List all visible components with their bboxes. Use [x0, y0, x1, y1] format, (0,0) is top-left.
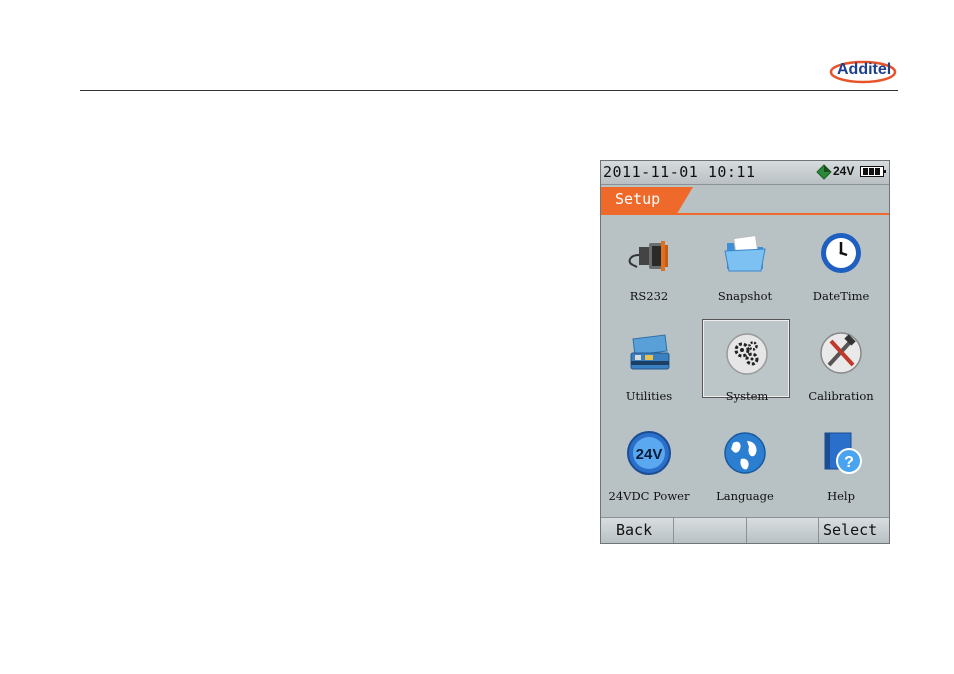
- header-rule: [80, 90, 898, 91]
- 24v-badge-text: 24V: [636, 446, 663, 463]
- softkey-back[interactable]: Back: [601, 518, 674, 543]
- menu-item-label: System: [725, 389, 769, 403]
- serial-cable-icon: [628, 241, 668, 271]
- menu-item-24vdc-power[interactable]: 24V 24VDC Power: [601, 417, 697, 517]
- tab-setup[interactable]: Setup: [601, 187, 693, 213]
- tab-bar: Setup: [601, 185, 889, 215]
- setup-menu-grid: RS232 Snapshot DateTime Utilities System…: [601, 217, 889, 517]
- globe-icon: [724, 432, 766, 474]
- softkey-select-label: Select: [823, 521, 878, 539]
- menu-item-language[interactable]: Language: [697, 417, 793, 517]
- folder-icon: [724, 235, 766, 272]
- diamond-power-icon: [816, 164, 832, 180]
- softkey-bar: Back Select: [601, 517, 889, 543]
- tools-icon: [820, 332, 862, 374]
- 24v-power-icon: 24V: [627, 431, 671, 475]
- status-power-label: 24V: [833, 164, 855, 178]
- menu-item-calibration[interactable]: Calibration: [793, 317, 889, 417]
- menu-item-datetime[interactable]: DateTime: [793, 217, 889, 317]
- menu-item-label: Help: [827, 489, 855, 503]
- menu-item-label: Language: [716, 489, 774, 503]
- battery-icon: [860, 166, 886, 177]
- tab-setup-label: Setup: [615, 190, 661, 208]
- status-datetime: 2011-11-01 10:11: [603, 163, 756, 181]
- menu-item-snapshot[interactable]: Snapshot: [697, 217, 793, 317]
- menu-item-system[interactable]: System: [702, 319, 790, 403]
- additel-logo: Additel: [829, 58, 899, 86]
- device-screen: 2011-11-01 10:11 24V Setup RS232 Snapsho…: [600, 160, 890, 544]
- status-bar: 2011-11-01 10:11 24V: [601, 161, 889, 185]
- softkey-2[interactable]: [674, 518, 747, 543]
- menu-item-help[interactable]: ? Help: [793, 417, 889, 517]
- clock-icon: [821, 233, 861, 273]
- menu-item-label: DateTime: [812, 289, 870, 303]
- toolbox-icon: [630, 334, 670, 370]
- logo-text: Additel: [837, 61, 892, 78]
- menu-item-label: Snapshot: [717, 289, 773, 303]
- menu-item-utilities[interactable]: Utilities: [601, 317, 697, 417]
- softkey-3[interactable]: [747, 518, 819, 543]
- menu-item-label: RS232: [629, 289, 669, 303]
- help-badge-text: ?: [844, 454, 854, 471]
- menu-item-label: Utilities: [625, 389, 673, 403]
- menu-item-label: Calibration: [808, 389, 874, 403]
- gears-icon: [726, 333, 768, 375]
- softkey-select[interactable]: Select: [819, 518, 889, 543]
- help-book-icon: ?: [824, 432, 862, 474]
- menu-item-label: 24VDC Power: [608, 489, 690, 503]
- menu-item-rs232[interactable]: RS232: [601, 217, 697, 317]
- softkey-back-label: Back: [616, 521, 653, 539]
